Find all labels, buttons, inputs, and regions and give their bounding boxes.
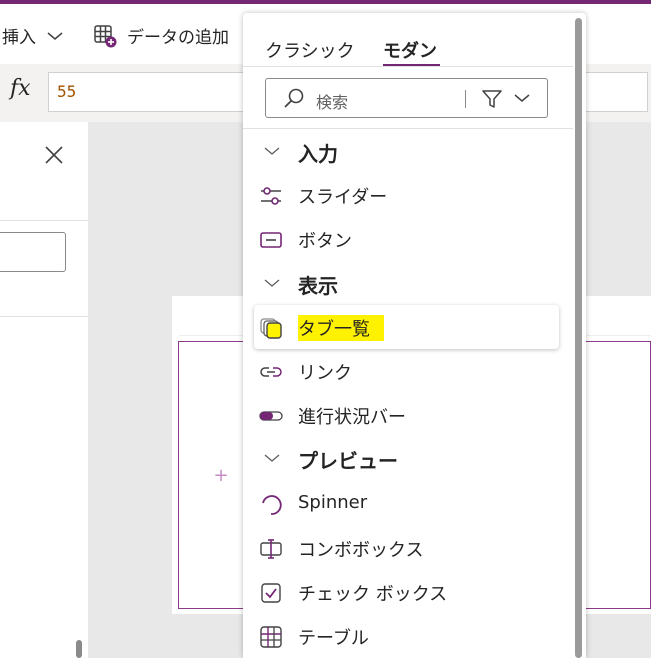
pane-name-input[interactable]	[0, 232, 66, 272]
list-item-checkbox[interactable]: チェック ボックス	[243, 572, 573, 612]
panel-divider	[243, 66, 573, 67]
slider-icon	[261, 187, 281, 205]
formula-value: 55	[57, 82, 77, 101]
add-data-label: データの追加	[127, 28, 229, 48]
table-icon	[260, 626, 282, 648]
table-add-icon	[94, 24, 117, 47]
chevron-down-icon	[47, 31, 63, 40]
fx-label: fx	[10, 76, 31, 101]
item-label: テーブル	[298, 628, 369, 649]
pane-divider	[0, 220, 88, 221]
insert-label: 挿入	[2, 28, 36, 48]
item-label: タブ一覧	[298, 315, 384, 341]
list-item-combo-box[interactable]: コンボボックス	[243, 528, 573, 568]
list-item-spinner[interactable]: Spinner	[243, 484, 573, 524]
button-icon	[260, 232, 282, 248]
checkbox-icon	[261, 583, 281, 603]
filter-icon[interactable]	[481, 88, 503, 110]
list-item-progress-bar[interactable]: 進行状況バー	[243, 395, 573, 435]
item-label: コンボボックス	[298, 540, 424, 561]
insert-panel: クラシック モダン 検索 入力 スライダー ボタン 表示 タブ一覧 リンク 進行…	[243, 13, 586, 658]
item-label: スライダー	[298, 187, 388, 208]
search-divider	[465, 90, 466, 108]
panel-scrollbar[interactable]	[575, 18, 582, 658]
tab-list-icon	[260, 318, 282, 339]
tab-modern[interactable]: モダン	[383, 37, 437, 63]
add-control-icon[interactable]: +	[210, 465, 232, 487]
list-item-slider[interactable]: スライダー	[243, 175, 573, 215]
combo-box-icon	[260, 539, 282, 559]
section-label: 表示	[298, 274, 338, 298]
panel-divider	[243, 128, 573, 129]
chevron-down-icon	[264, 454, 280, 462]
section-label: プレビュー	[298, 449, 398, 473]
close-icon[interactable]	[44, 145, 64, 165]
pane-scrollbar[interactable]	[76, 640, 82, 658]
tab-classic[interactable]: クラシック	[265, 37, 355, 63]
item-label: Spinner	[298, 492, 368, 513]
section-header-display[interactable]: 表示	[243, 264, 573, 304]
section-header-preview[interactable]: プレビュー	[243, 439, 573, 479]
search-icon	[284, 88, 304, 108]
properties-pane	[0, 122, 88, 658]
pane-divider	[0, 316, 88, 317]
insert-menu-button[interactable]: 挿入	[2, 23, 64, 48]
chevron-down-icon	[264, 279, 280, 287]
list-item-tab-list[interactable]: タブ一覧	[254, 305, 559, 349]
section-label: 入力	[298, 142, 338, 166]
search-box[interactable]: 検索	[265, 78, 548, 118]
item-label: チェック ボックス	[298, 584, 448, 605]
search-input[interactable]: 検索	[316, 89, 348, 113]
link-icon	[260, 367, 282, 377]
spinner-icon	[262, 495, 282, 515]
list-item-button[interactable]: ボタン	[243, 219, 573, 259]
list-item-table[interactable]: テーブル	[243, 616, 573, 656]
item-label: 進行状況バー	[298, 407, 406, 428]
chevron-down-icon[interactable]	[513, 92, 531, 104]
chevron-down-icon	[264, 147, 280, 155]
add-data-button[interactable]: データの追加	[93, 23, 229, 48]
list-item-link[interactable]: リンク	[243, 351, 573, 391]
item-label: ボタン	[298, 231, 352, 252]
item-label: リンク	[298, 363, 352, 384]
progress-bar-icon	[259, 411, 283, 421]
section-header-input[interactable]: 入力	[243, 132, 573, 172]
